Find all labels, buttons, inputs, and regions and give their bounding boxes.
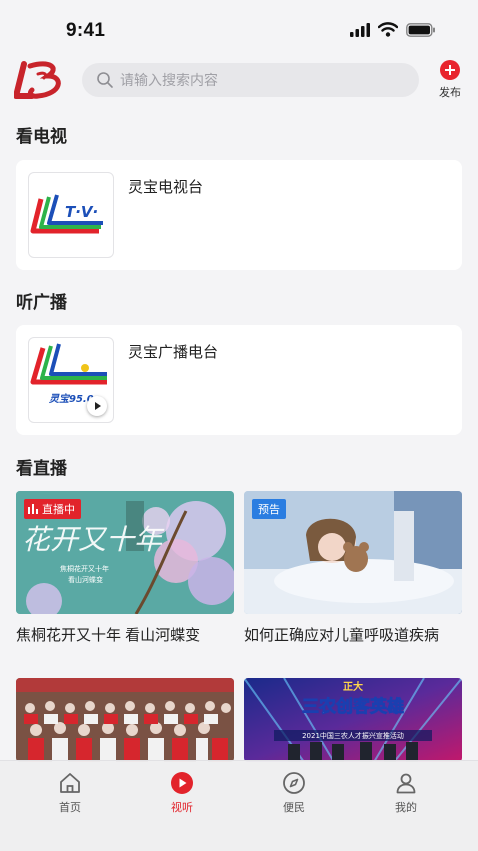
radio-station-card[interactable]: 灵宝95.0 灵宝广播电台	[16, 325, 462, 435]
tv-channel-card[interactable]: T·V· 灵宝电视台	[16, 160, 462, 270]
tab-profile-label: 我的	[395, 802, 417, 814]
live-thumbnail: 花开又十年 焦桐花开又十年 看山河蝶变 直播中	[16, 491, 234, 614]
play-circle-icon	[171, 772, 193, 794]
search-icon	[97, 72, 113, 88]
publish-label: 发布	[439, 87, 461, 99]
battery-icon	[406, 22, 435, 37]
live-item-title: 焦桐花开又十年 看山河蝶变	[16, 627, 201, 644]
search-placeholder: 请输入搜索内容	[120, 72, 218, 88]
status-icons	[350, 22, 436, 37]
section-title-live: 看直播	[16, 459, 67, 478]
tab-audio-video-label: 视听	[171, 802, 193, 814]
tv-channel-name: 灵宝电视台	[128, 179, 204, 196]
stage-artwork: 正大 三农创客英雄 2021中国三农人才振兴宣推活动	[244, 678, 462, 762]
live-thumbnail	[16, 678, 234, 762]
signal-icon	[350, 22, 370, 37]
artwork-title: 花开又十年	[22, 523, 165, 556]
stage-top-text: 正大	[343, 680, 363, 693]
radio-station-name: 灵宝广播电台	[128, 344, 219, 361]
tv-channel-logo: T·V·	[28, 172, 114, 258]
person-icon	[396, 773, 416, 794]
artwork-subtitle-2: 看山河蝶变	[68, 575, 103, 584]
play-icon[interactable]	[87, 396, 107, 416]
svg-text:T·V·: T·V·	[65, 203, 98, 221]
bottom-tab-bar: 首页 视听 便民 我的	[0, 760, 478, 851]
artwork-subtitle-1: 焦桐花开又十年	[60, 564, 109, 573]
stage-title-text: 三农创客英雄	[302, 696, 404, 717]
status-bar: 9:41	[0, 0, 478, 56]
tab-services[interactable]: 便民	[259, 771, 329, 815]
radio-station-logo: 灵宝95.0	[28, 337, 114, 423]
audience-artwork	[16, 678, 234, 762]
app-logo[interactable]	[14, 56, 66, 102]
status-time: 9:41	[66, 20, 106, 41]
search-input[interactable]: 请输入搜索内容	[82, 63, 419, 97]
live-item-title: 如何正确应对儿童呼吸道疾病	[244, 627, 440, 644]
live-item[interactable]: 花开又十年 焦桐花开又十年 看山河蝶变 直播中 焦桐花开又十年 看山河蝶变	[16, 491, 234, 645]
home-icon	[60, 773, 80, 793]
plus-icon	[440, 60, 460, 80]
status-badge: 直播中	[24, 499, 81, 519]
lltv-logo-icon: T·V·	[30, 194, 103, 234]
live-badge-label: 直播中	[42, 504, 75, 516]
tab-home-label: 首页	[59, 802, 81, 814]
live-bars-icon	[28, 504, 38, 514]
live-thumbnail: 正大 三农创客英雄 2021中国三农人才振兴宣推活动	[244, 678, 462, 762]
tab-services-label: 便民	[283, 802, 305, 814]
top-header: 请输入搜索内容 发布	[0, 56, 478, 108]
publish-button[interactable]: 发布	[432, 60, 468, 100]
live-item[interactable]: 预告 如何正确应对儿童呼吸道疾病	[244, 491, 462, 645]
wifi-icon	[378, 22, 398, 37]
section-title-radio: 听广播	[16, 293, 67, 312]
tab-audio-video[interactable]: 视听	[147, 771, 217, 815]
status-badge: 预告	[252, 499, 286, 519]
live-item[interactable]: 正大 三农创客英雄 2021中国三农人才振兴宣推活动	[244, 678, 462, 762]
live-item[interactable]	[16, 678, 234, 762]
tab-profile[interactable]: 我的	[371, 771, 441, 815]
tab-home[interactable]: 首页	[35, 771, 105, 815]
stage-subtitle-text: 2021中国三农人才振兴宣推活动	[302, 731, 404, 740]
live-thumbnail: 预告	[244, 491, 462, 614]
section-title-tv: 看电视	[16, 127, 67, 146]
compass-icon	[283, 772, 305, 794]
